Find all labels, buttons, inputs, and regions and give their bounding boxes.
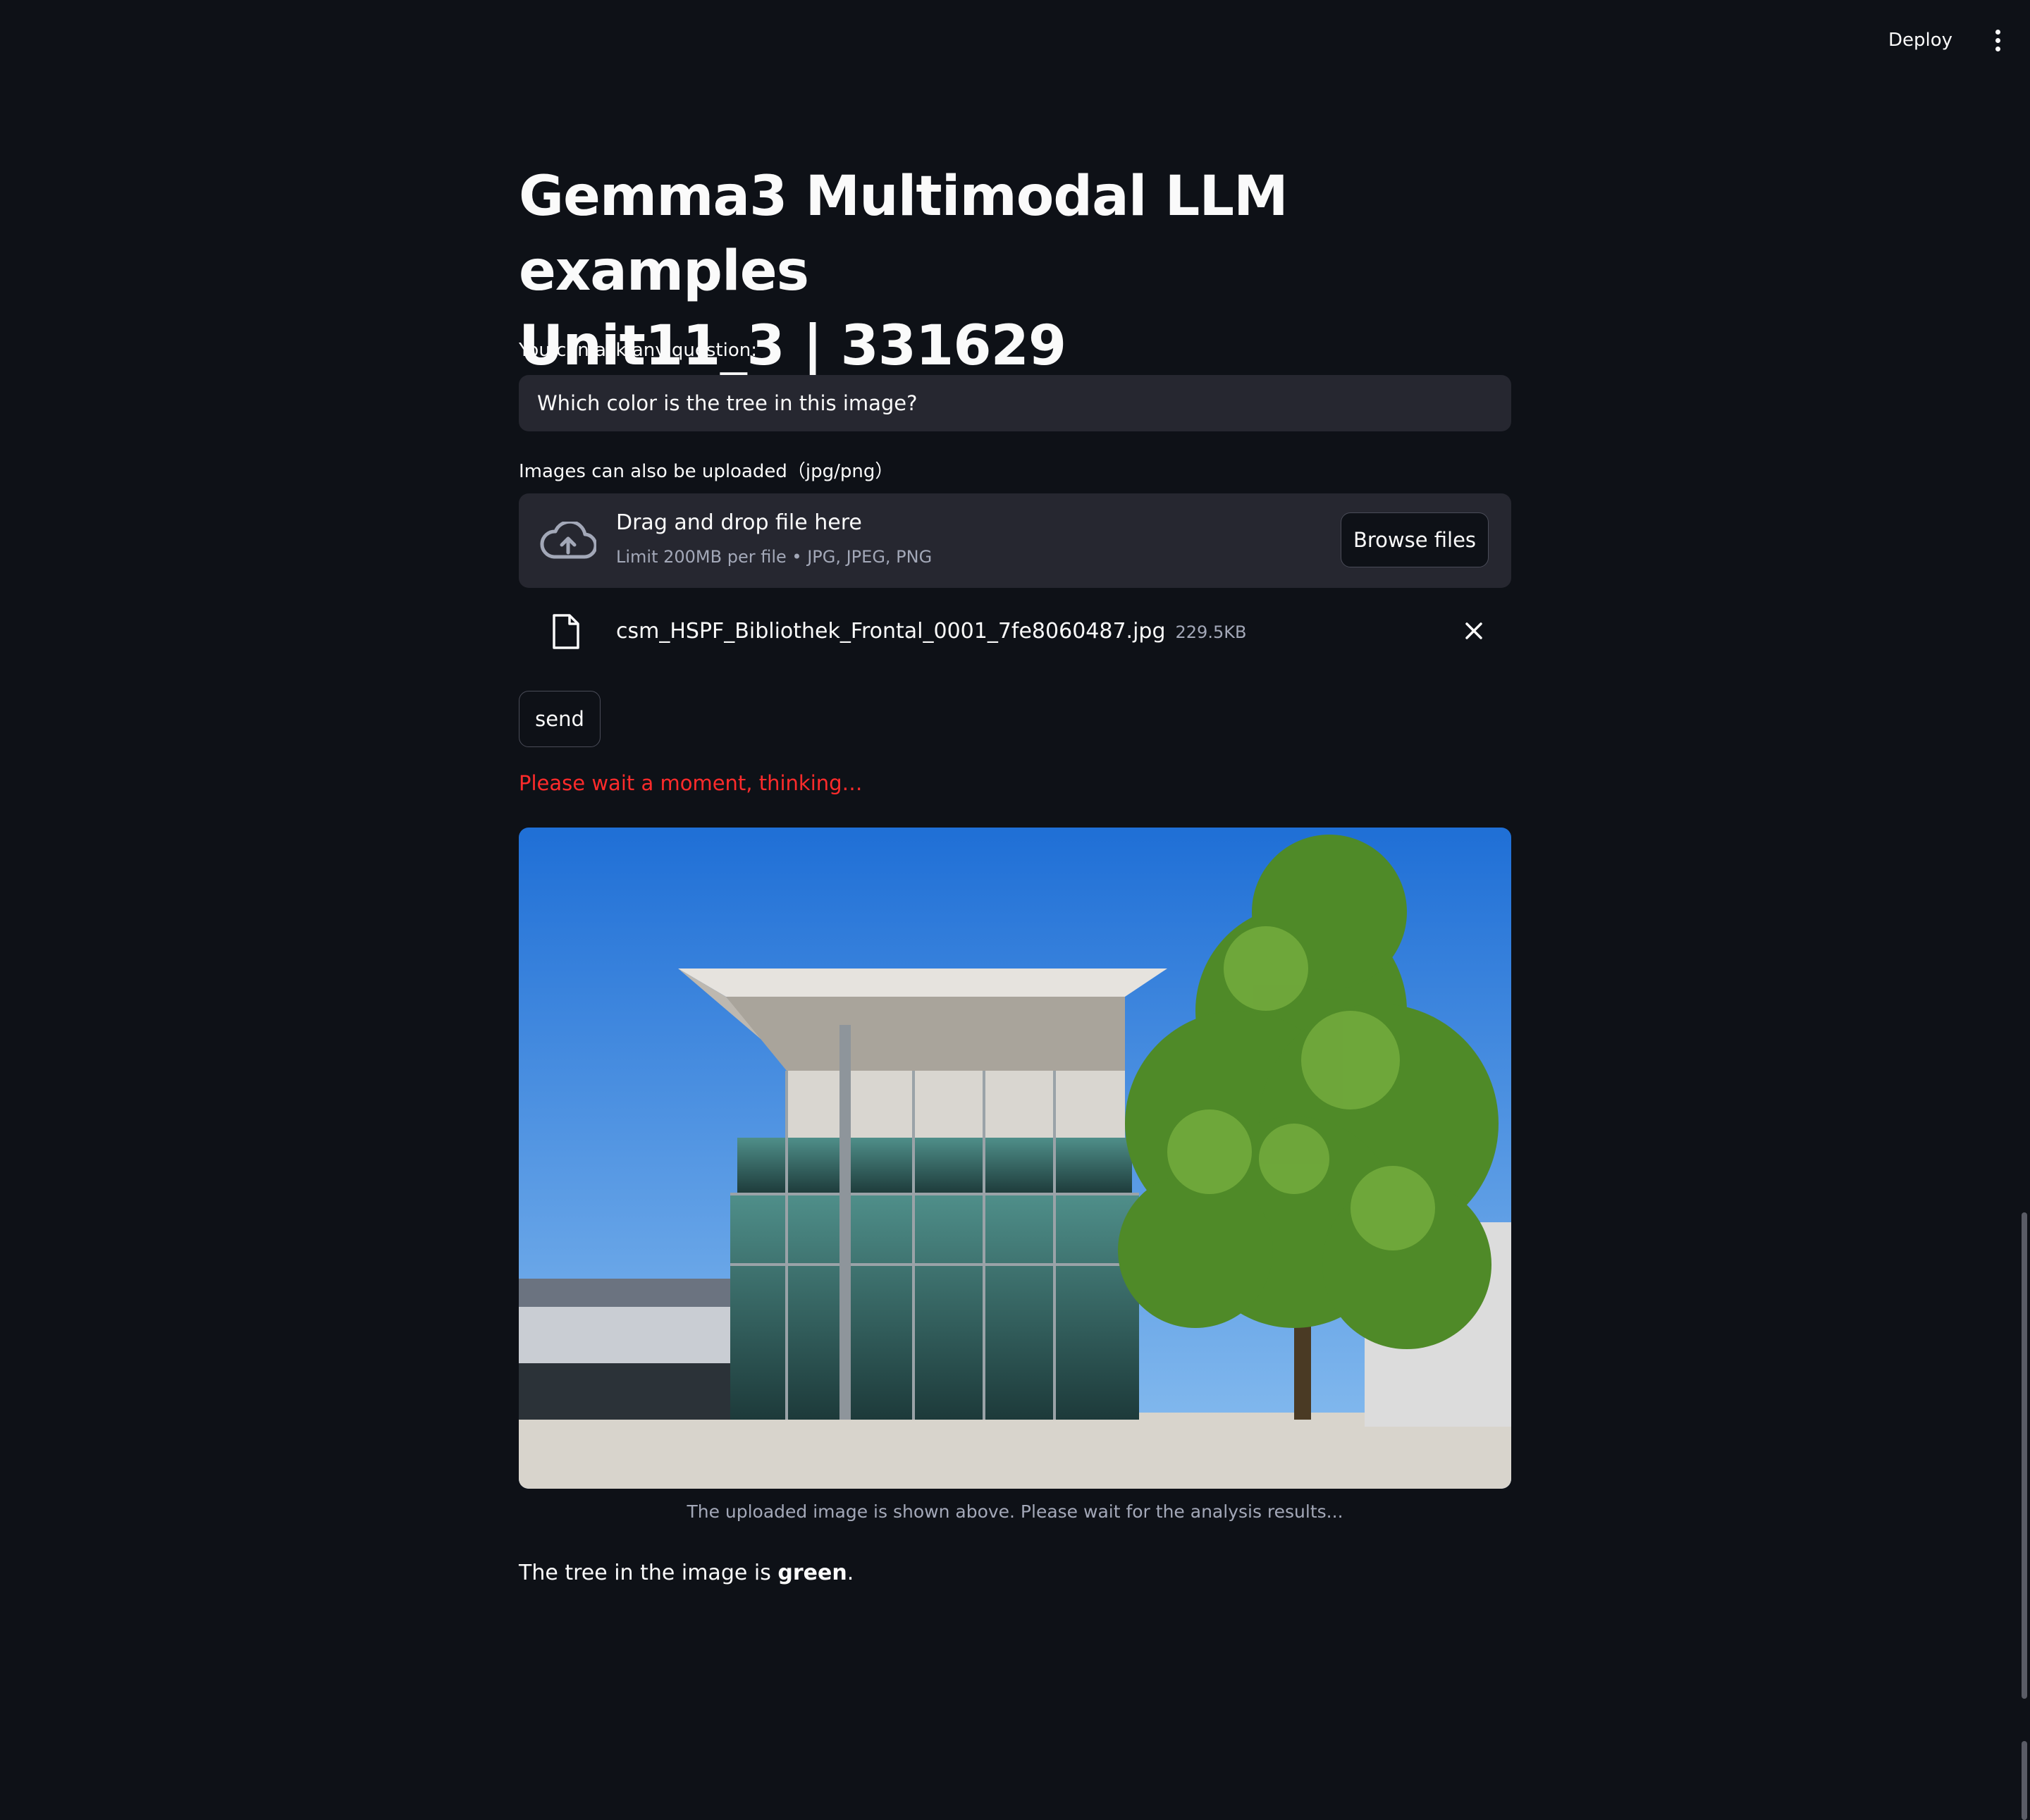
- status-message: Please wait a moment, thinking…: [519, 771, 863, 795]
- page-title-line1: Gemma3 Multimodal LLM examples: [519, 165, 1288, 303]
- uploaded-image: [519, 828, 1511, 1489]
- question-label: You can ask any question:: [519, 340, 757, 361]
- remove-file-icon[interactable]: [1462, 619, 1486, 643]
- scrollbar-thumb-secondary[interactable]: [2022, 1741, 2027, 1820]
- dropzone-title: Drag and drop file here: [616, 510, 862, 535]
- answer-text: The tree in the image is green.: [519, 1561, 854, 1585]
- image-caption: The uploaded image is shown above. Pleas…: [687, 1501, 1343, 1522]
- dropzone-limit-text: Limit 200MB per file • JPG, JPEG, PNG: [616, 547, 933, 567]
- answer-highlight: green: [777, 1561, 847, 1585]
- question-input[interactable]: Which color is the tree in this image?: [519, 375, 1511, 431]
- uploaded-file-row: csm_HSPF_Bibliothek_Frontal_0001_7fe8060…: [519, 609, 1511, 658]
- file-name-text: csm_HSPF_Bibliothek_Frontal_0001_7fe8060…: [616, 619, 1166, 644]
- file-icon: [553, 614, 579, 649]
- scrollbar-thumb[interactable]: [2022, 1212, 2027, 1699]
- file-dropzone[interactable]: Drag and drop file here Limit 200MB per …: [519, 493, 1511, 588]
- answer-suffix: .: [847, 1561, 854, 1585]
- deploy-button[interactable]: Deploy: [1881, 25, 1960, 55]
- kebab-menu-icon[interactable]: [1995, 30, 2000, 52]
- browse-files-button[interactable]: Browse files: [1341, 512, 1489, 567]
- file-size: 229.5KB: [1175, 622, 1247, 642]
- upload-label: Images can also be uploaded（jpg/png）: [519, 461, 894, 482]
- cloud-upload-icon: [540, 522, 596, 559]
- send-button[interactable]: send: [519, 691, 601, 747]
- top-bar: Deploy: [0, 0, 2030, 85]
- answer-prefix: The tree in the image is: [519, 1561, 778, 1585]
- file-name: csm_HSPF_Bibliothek_Frontal_0001_7fe8060…: [616, 619, 1246, 644]
